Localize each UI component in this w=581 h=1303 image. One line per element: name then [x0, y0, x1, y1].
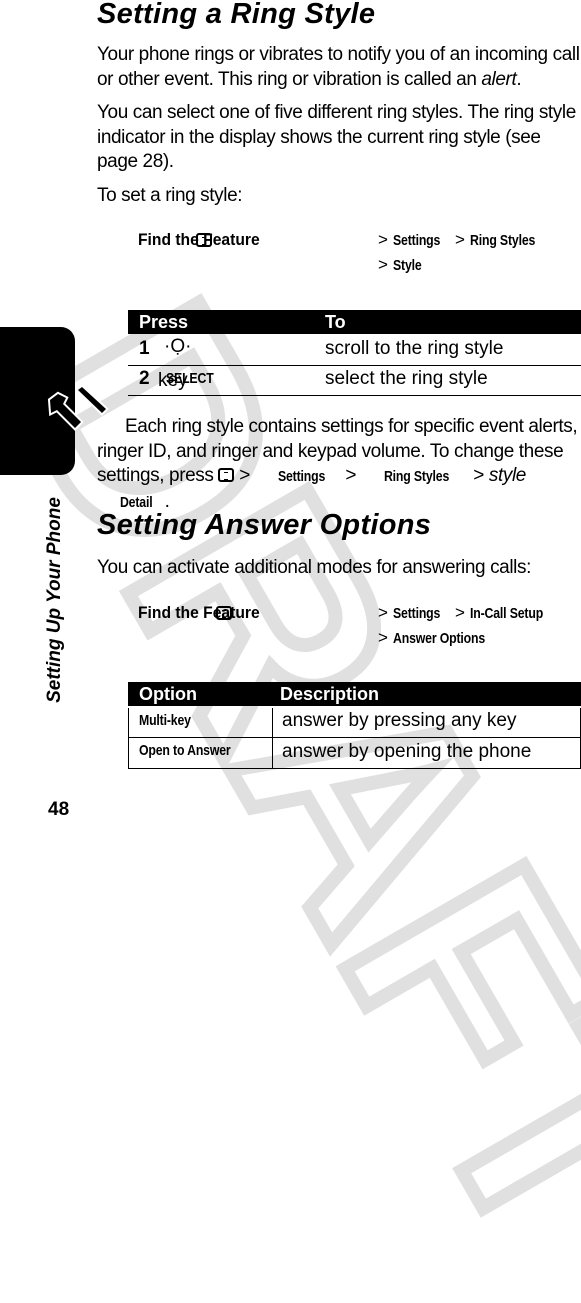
paragraph: You can activate additional modes for an…: [97, 557, 531, 578]
table-header: Option Description: [128, 682, 581, 706]
menu-key-icon: [218, 468, 235, 482]
paragraph: Each ring style contains settings for sp…: [97, 416, 578, 512]
chapter-title: Setting Up Your Phone: [44, 497, 65, 703]
find-feature-label: Find the Feature: [138, 603, 260, 622]
paragraph: Your phone rings or vibrates to notify y…: [97, 44, 580, 90]
section-title-answer-options: Setting Answer Options: [97, 509, 432, 541]
table-row: 1 ·Ọ· scroll to the ring style: [128, 336, 581, 366]
menu-path: > Settings > Ring Styles: [378, 230, 535, 249]
table-header: Press To: [128, 310, 581, 334]
table-row: Multi-key answer by pressing any key: [128, 708, 581, 738]
paragraph: You can select one of five different rin…: [97, 102, 576, 172]
menu-key-icon: [196, 233, 212, 247]
table-row: Open to Answer answer by opening the pho…: [128, 738, 581, 769]
section-title-ring-style: Setting a Ring Style: [97, 0, 376, 30]
menu-path: > Answer Options: [378, 628, 485, 647]
paragraph: To set a ring style:: [97, 185, 243, 206]
table-row: 2 SELECT key select the ring style: [128, 366, 581, 396]
menu-path: > Settings > In-Call Setup: [378, 603, 543, 622]
menu-path: > Style: [378, 255, 422, 274]
nav-key-icon: ·Ọ·: [164, 336, 192, 357]
menu-key-icon: [216, 606, 233, 620]
